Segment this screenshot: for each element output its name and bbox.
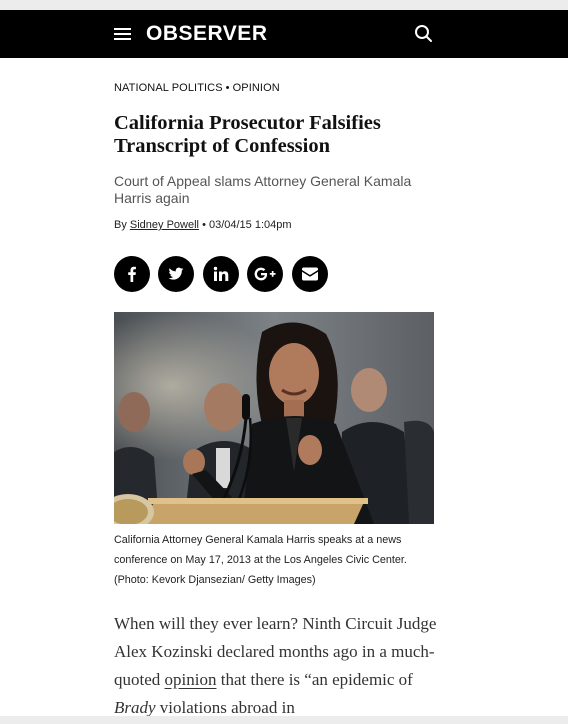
twitter-icon (169, 267, 184, 280)
article-subtitle: Court of Appeal slams Attorney General K… (114, 173, 412, 206)
site-header: OBSERVER (0, 10, 568, 58)
publish-date: • 03/04/15 1:04pm (202, 219, 292, 231)
body-text: that there is “an epidemic of (216, 670, 413, 689)
article-title: California Prosecutor Falsifies Transcri… (114, 112, 381, 157)
twitter-share-button[interactable] (158, 256, 195, 292)
photo-caption: California Attorney General Kamala Harri… (114, 530, 444, 590)
google-plus-icon (254, 267, 276, 281)
facebook-icon (128, 266, 136, 282)
category-link-national-politics[interactable]: NATIONAL POLITICS (114, 82, 223, 94)
article-categories: NATIONAL POLITICS • OPINION (114, 82, 280, 94)
body-text: violations abroad in (155, 698, 295, 717)
category-link-opinion[interactable]: OPINION (233, 82, 280, 94)
caption-credit: (Photo: Kevork Djansezian/ Getty Images) (114, 574, 316, 586)
linkedin-icon (213, 266, 229, 281)
body-italic: Brady (114, 698, 156, 717)
email-share-button[interactable] (291, 256, 328, 292)
google-plus-share-button[interactable] (247, 256, 284, 292)
facebook-share-button[interactable] (114, 256, 150, 292)
search-icon[interactable] (414, 24, 434, 44)
site-logo[interactable]: OBSERVER (146, 22, 267, 46)
author-link[interactable]: Sidney Powell (130, 219, 199, 231)
byline-prefix: By (114, 219, 127, 231)
share-buttons (114, 256, 332, 292)
article-photo (114, 312, 434, 524)
category-separator: • (225, 82, 230, 94)
caption-line: conference on May 17, 2013 at the Los An… (114, 554, 407, 566)
byline: By Sidney Powell • 03/04/15 1:04pm (114, 219, 292, 231)
hamburger-menu-icon[interactable] (114, 27, 132, 41)
caption-line: California Attorney General Kamala Harri… (114, 534, 402, 546)
browser-top-strip (0, 0, 568, 10)
opinion-link[interactable]: opinion (165, 670, 217, 689)
article-body-paragraph: When will they ever learn? Ninth Circuit… (114, 610, 444, 722)
kamala-harris-press-conference-photo (114, 312, 434, 524)
browser-bottom-strip (0, 716, 568, 724)
email-icon (301, 267, 318, 281)
linkedin-share-button[interactable] (202, 256, 239, 292)
